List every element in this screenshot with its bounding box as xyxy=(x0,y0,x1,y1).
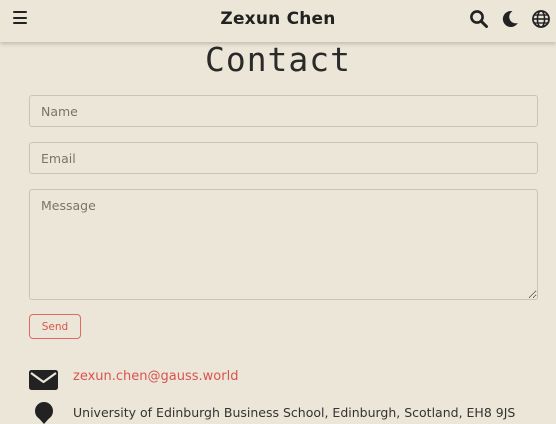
moon-icon[interactable] xyxy=(500,9,520,29)
location-pin-icon xyxy=(35,402,53,424)
send-button[interactable]: Send xyxy=(29,314,81,339)
globe-icon[interactable] xyxy=(531,9,551,29)
email-input[interactable] xyxy=(29,142,538,174)
message-textarea[interactable] xyxy=(29,189,538,300)
search-icon[interactable] xyxy=(469,9,489,29)
top-navbar: Zexun Chen xyxy=(0,0,556,42)
email-link[interactable]: zexun.chen@gauss.world xyxy=(73,369,238,384)
address-text: University of Edinburgh Business School,… xyxy=(73,405,516,420)
name-input[interactable] xyxy=(29,95,538,127)
envelope-icon xyxy=(29,370,58,390)
page-title: Contact xyxy=(204,40,352,79)
